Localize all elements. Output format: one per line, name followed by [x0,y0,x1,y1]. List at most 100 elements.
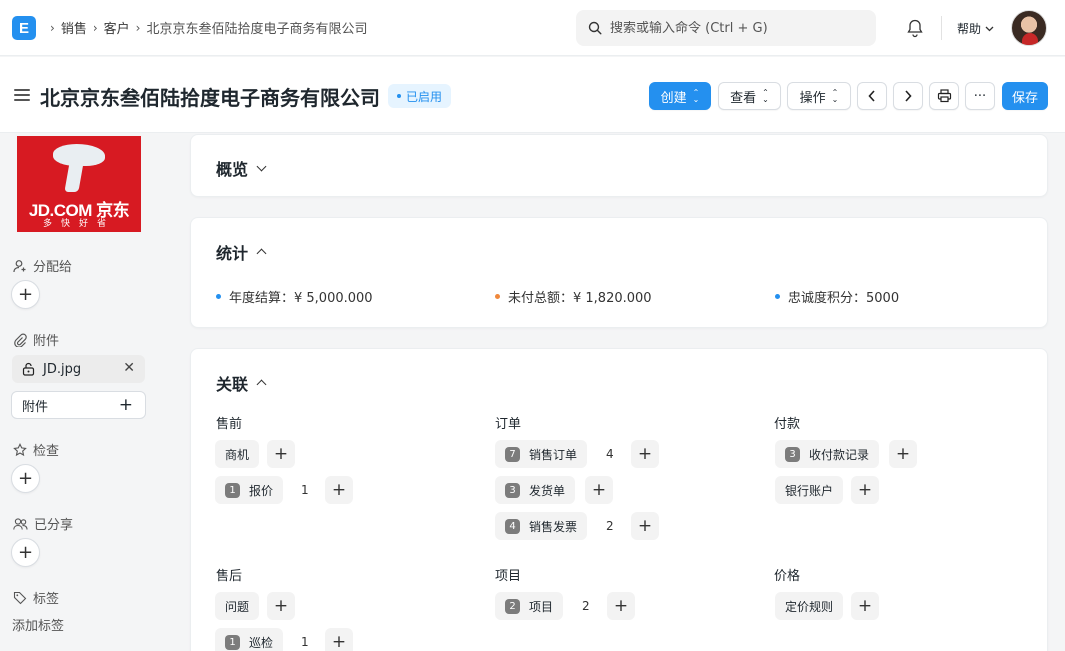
link-delivery-note[interactable]: 3 发货单 [495,476,576,504]
group-title-orders: 订单 [495,417,522,432]
add-opportunity-button[interactable]: + [267,440,295,468]
search-bar[interactable] [576,10,876,46]
assign-to-label: 分配给 [13,256,72,275]
bell-icon[interactable] [906,18,924,38]
link-project[interactable]: 2 项目 [495,592,564,620]
link-label: 定价规则 [785,599,834,614]
link-sales-order[interactable]: 7 销售订单 [495,440,588,468]
breadcrumb: › 销售 › 客户 › 北京京东叁佰陆拾度电子商务有限公司 [50,18,367,38]
view-button[interactable]: 查看 ⌃ ⌄ [718,82,781,110]
avatar[interactable] [1011,10,1047,46]
overview-header[interactable]: 概览 [216,156,267,180]
actions-button-label: 操作 [799,90,826,106]
shared-label: 已分享 [13,514,73,533]
navbar-divider [941,16,942,40]
count-badge: 3 [505,482,520,498]
stat-total-unpaid: 未付总额：¥ 1,820.000 [495,287,652,306]
count-badge: 4 [505,518,520,534]
connections-title: 关联 [216,375,249,394]
add-delivery-note-button[interactable]: + [585,476,613,504]
chevron-up-icon [256,248,267,259]
save-button-label: 保存 [1011,90,1038,106]
add-sales-invoice-button[interactable]: + [631,512,659,540]
stat-total-unpaid-label: 未付总额：¥ 1,820.000 [508,291,652,306]
search-icon [588,21,602,35]
link-bank-account[interactable]: 银行账户 [775,476,844,504]
add-sales-order-button[interactable]: + [631,440,659,468]
attach-file-button[interactable]: 附件 + [11,391,146,419]
breadcrumb-item-current[interactable]: 北京京东叁佰陆拾度电子商务有限公司 [146,18,367,37]
customer-image[interactable]: JD.COM 京东 多快好省 [17,136,141,232]
add-quotation-button[interactable]: + [325,476,353,504]
share-add-button[interactable]: + [11,538,40,567]
previous-button[interactable] [857,82,887,110]
logo-subtext: 多快好省 [42,219,115,229]
add-pricing-rule-button[interactable]: + [851,592,879,620]
stat-loyalty-points-label: 忠诚度积分：5000 [788,291,900,306]
attachments-label: 附件 [13,330,59,349]
breadcrumb-item-sales[interactable]: 销售 [61,18,87,37]
link-count: 2 [606,519,614,533]
link-sales-invoice[interactable]: 4 销售发票 [495,512,588,540]
link-count: 1 [301,483,309,497]
link-opportunity[interactable]: 商机 [215,440,260,468]
sort-icon: ⌃ ⌄ [762,88,769,104]
chevron-right-icon: › [135,20,141,35]
link-payment-entry[interactable]: 3 收付款记录 [775,440,880,468]
add-project-button[interactable]: + [607,592,635,620]
sort-icon: ⌃ ⌄ [831,88,839,104]
add-payment-entry-button[interactable]: + [889,440,917,468]
review-add-button[interactable]: + [11,464,40,493]
overview-section: 概览 [190,134,1048,197]
app-logo[interactable]: E [12,16,36,40]
add-inspection-button[interactable]: + [325,628,353,651]
create-button[interactable]: 创建 ⌃ ⌄ [649,82,711,110]
stat-annual-billing-label: 年度结算：¥ 5,000.000 [229,291,373,306]
review-text: 检查 [33,444,60,459]
link-issue[interactable]: 问题 [215,592,260,620]
link-quotation[interactable]: 1 报价 [215,476,284,504]
next-button[interactable] [893,82,923,110]
chevron-left-icon [868,90,875,102]
plus-icon: + [118,395,133,415]
link-label: 项目 [529,599,554,614]
add-bank-account-button[interactable]: + [851,476,879,504]
attachment-filename[interactable]: JD.jpg [43,362,81,377]
connections-section: 关联 售前 商机 + 1 报价 1 + 订单 7 销售订单 4 + 3 发货单 … [190,348,1048,651]
page-title: 北京京东叁佰陆拾度电子商务有限公司 [40,86,380,110]
printer-icon [937,89,951,103]
help-label: 帮助 [957,22,982,36]
link-label: 收付款记录 [809,447,870,462]
link-inspection[interactable]: 1 巡检 [215,628,284,651]
page-header: 北京京东叁佰陆拾度电子商务有限公司 已启用 创建 ⌃ ⌄ 查看 ⌃ ⌄ 操作 ⌃ ⌄ … [0,57,1065,133]
attach-file-label: 附件 [22,399,49,415]
chevron-right-icon [905,90,912,102]
link-pricing-rule[interactable]: 定价规则 [775,592,844,620]
add-tag-link[interactable]: 添加标签 [12,615,64,634]
add-issue-button[interactable]: + [267,592,295,620]
print-button[interactable] [929,82,959,110]
breadcrumb-item-customer[interactable]: 客户 [104,18,130,37]
stat-dot [495,294,500,299]
connections-header[interactable]: 关联 [216,371,267,395]
link-label: 发货单 [529,483,566,498]
actions-button[interactable]: 操作 ⌃ ⌄ [787,82,851,110]
more-button[interactable]: ··· [965,82,995,110]
assign-add-button[interactable]: + [11,280,40,309]
shared-text: 已分享 [34,518,74,533]
stats-header[interactable]: 统计 [216,240,267,264]
close-icon[interactable]: ✕ [123,360,135,376]
stats-title: 统计 [216,244,249,263]
menu-icon[interactable] [14,89,30,104]
search-input[interactable] [610,20,860,36]
more-icon: ··· [973,88,987,104]
group-title-projects: 项目 [495,569,522,584]
link-label: 银行账户 [785,483,834,498]
attachment-file[interactable]: JD.jpg ✕ [12,355,145,383]
stat-annual-billing: 年度结算：¥ 5,000.000 [216,287,373,306]
paperclip-icon [14,333,27,347]
attachments-text: 附件 [33,334,60,349]
help-dropdown[interactable]: 帮助 [957,20,994,37]
stats-section: 统计 年度结算：¥ 5,000.000 未付总额：¥ 1,820.000 忠诚度… [190,217,1048,328]
save-button[interactable]: 保存 [1002,82,1048,110]
